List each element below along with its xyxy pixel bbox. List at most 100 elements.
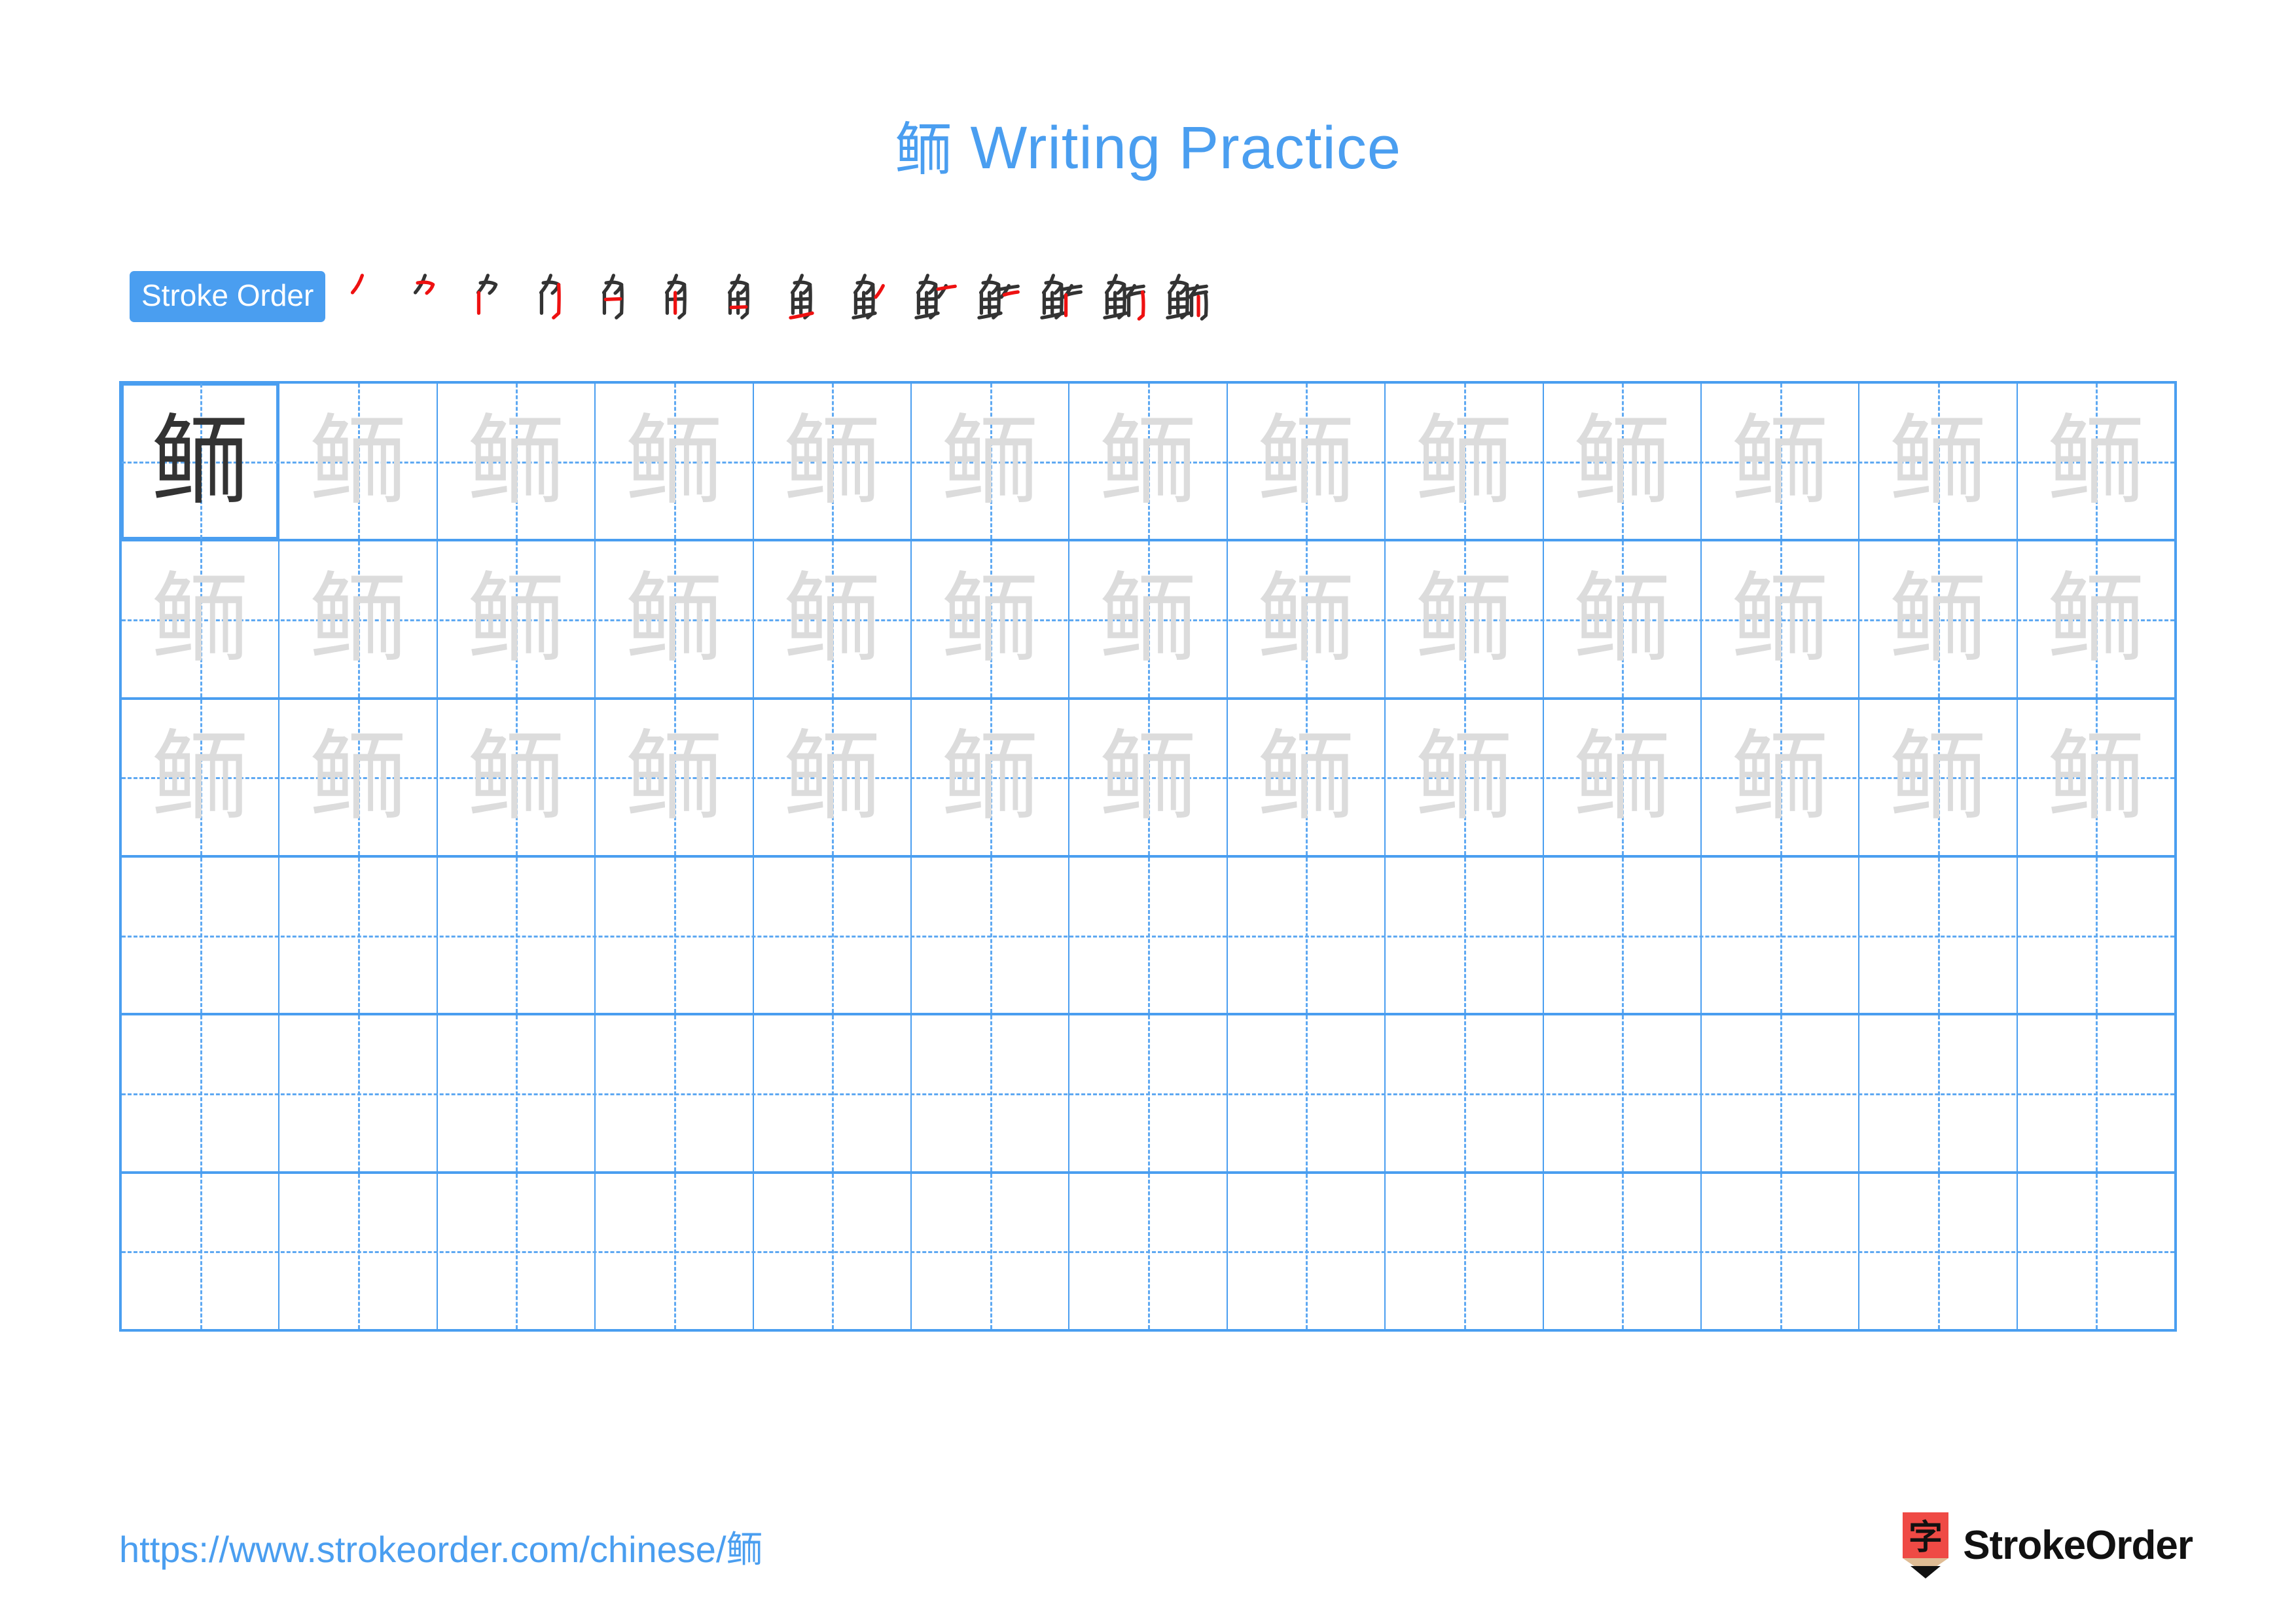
practice-cell-r4-c4[interactable] [596, 857, 754, 1013]
practice-glyph: 鲕 [1257, 562, 1355, 676]
practice-cell-r2-c6[interactable]: 鲕 [912, 541, 1070, 697]
practice-cell-r3-c8[interactable]: 鲕 [1228, 699, 1386, 855]
practice-cell-r1-c5[interactable]: 鲕 [754, 384, 912, 539]
practice-cell-r5-c4[interactable] [596, 1015, 754, 1171]
practice-cell-r5-c12[interactable] [1859, 1015, 2018, 1171]
practice-cell-r1-c2[interactable]: 鲕 [279, 384, 438, 539]
practice-cell-r5-c7[interactable] [1069, 1015, 1228, 1171]
practice-cell-r2-c9[interactable]: 鲕 [1386, 541, 1544, 697]
practice-cell-r4-c7[interactable] [1069, 857, 1228, 1013]
stroke-step-13 [1091, 257, 1154, 336]
practice-cell-r3-c7[interactable]: 鲕 [1069, 699, 1228, 855]
practice-cell-r5-c6[interactable] [912, 1015, 1070, 1171]
practice-cell-r4-c10[interactable] [1544, 857, 1702, 1013]
practice-cell-r6-c5[interactable] [754, 1173, 912, 1329]
stroke-step-5 [588, 257, 651, 336]
practice-cell-r3-c9[interactable]: 鲕 [1386, 699, 1544, 855]
practice-cell-r3-c10[interactable]: 鲕 [1544, 699, 1702, 855]
practice-cell-r5-c11[interactable] [1702, 1015, 1860, 1171]
stroke-order-label: Stroke Order [130, 271, 326, 322]
practice-cell-r1-c11[interactable]: 鲕 [1702, 384, 1860, 539]
practice-cell-r4-c12[interactable] [1859, 857, 2018, 1013]
practice-cell-r1-c1[interactable]: 鲕 [122, 384, 280, 539]
practice-cell-r1-c4[interactable]: 鲕 [596, 384, 754, 539]
practice-cell-r5-c2[interactable] [279, 1015, 438, 1171]
practice-cell-r5-c10[interactable] [1544, 1015, 1702, 1171]
practice-cell-r1-c13[interactable]: 鲕 [2018, 384, 2174, 539]
practice-cell-r3-c4[interactable]: 鲕 [596, 699, 754, 855]
practice-cell-r5-c13[interactable] [2018, 1015, 2174, 1171]
practice-cell-r2-c5[interactable]: 鲕 [754, 541, 912, 697]
practice-cell-r1-c8[interactable]: 鲕 [1228, 384, 1386, 539]
practice-glyph: 鲕 [1257, 720, 1355, 835]
practice-cell-r5-c5[interactable] [754, 1015, 912, 1171]
practice-cell-r6-c10[interactable] [1544, 1173, 1702, 1329]
practice-glyph: 鲕 [624, 720, 723, 835]
practice-cell-r4-c5[interactable] [754, 857, 912, 1013]
practice-glyph: 鲕 [151, 720, 249, 835]
practice-cell-r3-c6[interactable]: 鲕 [912, 699, 1070, 855]
practice-cell-r2-c3[interactable]: 鲕 [438, 541, 596, 697]
practice-cell-r4-c9[interactable] [1386, 857, 1544, 1013]
practice-cell-r2-c10[interactable]: 鲕 [1544, 541, 1702, 697]
practice-cell-r1-c10[interactable]: 鲕 [1544, 384, 1702, 539]
practice-glyph: 鲕 [1414, 720, 1513, 835]
practice-cell-r3-c11[interactable]: 鲕 [1702, 699, 1860, 855]
practice-cell-r5-c3[interactable] [438, 1015, 596, 1171]
grid-row-3: 鲕鲕鲕鲕鲕鲕鲕鲕鲕鲕鲕鲕鲕 [122, 699, 2174, 858]
practice-cell-r3-c1[interactable]: 鲕 [122, 699, 280, 855]
practice-cell-r5-c8[interactable] [1228, 1015, 1386, 1171]
brand-logo[interactable]: 字 StrokeOrder [1901, 1511, 2193, 1579]
practice-cell-r2-c1[interactable]: 鲕 [122, 541, 280, 697]
practice-glyph: 鲕 [309, 720, 408, 835]
footer-url[interactable]: https://www.strokeorder.com/chinese/鲕 [119, 1520, 763, 1573]
practice-cell-r3-c3[interactable]: 鲕 [438, 699, 596, 855]
practice-cell-r6-c9[interactable] [1386, 1173, 1544, 1329]
practice-cell-r2-c8[interactable]: 鲕 [1228, 541, 1386, 697]
practice-cell-r1-c6[interactable]: 鲕 [912, 384, 1070, 539]
practice-cell-r6-c12[interactable] [1859, 1173, 2018, 1329]
practice-cell-r4-c3[interactable] [438, 857, 596, 1013]
practice-cell-r6-c3[interactable] [438, 1173, 596, 1329]
practice-cell-r5-c1[interactable] [122, 1015, 280, 1171]
practice-cell-r3-c12[interactable]: 鲕 [1859, 699, 2018, 855]
practice-cell-r2-c13[interactable]: 鲕 [2018, 541, 2174, 697]
practice-cell-r4-c11[interactable] [1702, 857, 1860, 1013]
practice-cell-r6-c6[interactable] [912, 1173, 1070, 1329]
practice-cell-r1-c12[interactable]: 鲕 [1859, 384, 2018, 539]
practice-cell-r3-c5[interactable]: 鲕 [754, 699, 912, 855]
practice-cell-r1-c7[interactable]: 鲕 [1069, 384, 1228, 539]
practice-glyph: 鲕 [467, 720, 565, 835]
stroke-step-12 [1028, 257, 1091, 336]
practice-cell-r2-c7[interactable]: 鲕 [1069, 541, 1228, 697]
practice-glyph: 鲕 [783, 562, 882, 676]
practice-cell-r2-c11[interactable]: 鲕 [1702, 541, 1860, 697]
practice-cell-r5-c9[interactable] [1386, 1015, 1544, 1171]
practice-cell-r4-c8[interactable] [1228, 857, 1386, 1013]
practice-cell-r6-c7[interactable] [1069, 1173, 1228, 1329]
practice-glyph: 鲕 [151, 404, 249, 519]
practice-cell-r4-c1[interactable] [122, 857, 280, 1013]
practice-cell-r6-c1[interactable] [122, 1173, 280, 1329]
practice-cell-r3-c13[interactable]: 鲕 [2018, 699, 2174, 855]
practice-cell-r6-c4[interactable] [596, 1173, 754, 1329]
practice-glyph: 鲕 [941, 404, 1039, 519]
practice-cell-r3-c2[interactable]: 鲕 [279, 699, 438, 855]
practice-glyph: 鲕 [783, 404, 882, 519]
page-title: 鲕 Writing Practice [0, 103, 2296, 187]
practice-cell-r4-c6[interactable] [912, 857, 1070, 1013]
practice-cell-r2-c2[interactable]: 鲕 [279, 541, 438, 697]
practice-glyph: 鲕 [467, 404, 565, 519]
practice-cell-r2-c4[interactable]: 鲕 [596, 541, 754, 697]
practice-cell-r4-c2[interactable] [279, 857, 438, 1013]
practice-cell-r2-c12[interactable]: 鲕 [1859, 541, 2018, 697]
practice-cell-r1-c9[interactable]: 鲕 [1386, 384, 1544, 539]
practice-cell-r6-c13[interactable] [2018, 1173, 2174, 1329]
practice-cell-r6-c2[interactable] [279, 1173, 438, 1329]
practice-cell-r6-c8[interactable] [1228, 1173, 1386, 1329]
practice-glyph: 鲕 [941, 720, 1039, 835]
practice-cell-r6-c11[interactable] [1702, 1173, 1860, 1329]
practice-cell-r1-c3[interactable]: 鲕 [438, 384, 596, 539]
practice-glyph: 鲕 [467, 562, 565, 676]
practice-cell-r4-c13[interactable] [2018, 857, 2174, 1013]
